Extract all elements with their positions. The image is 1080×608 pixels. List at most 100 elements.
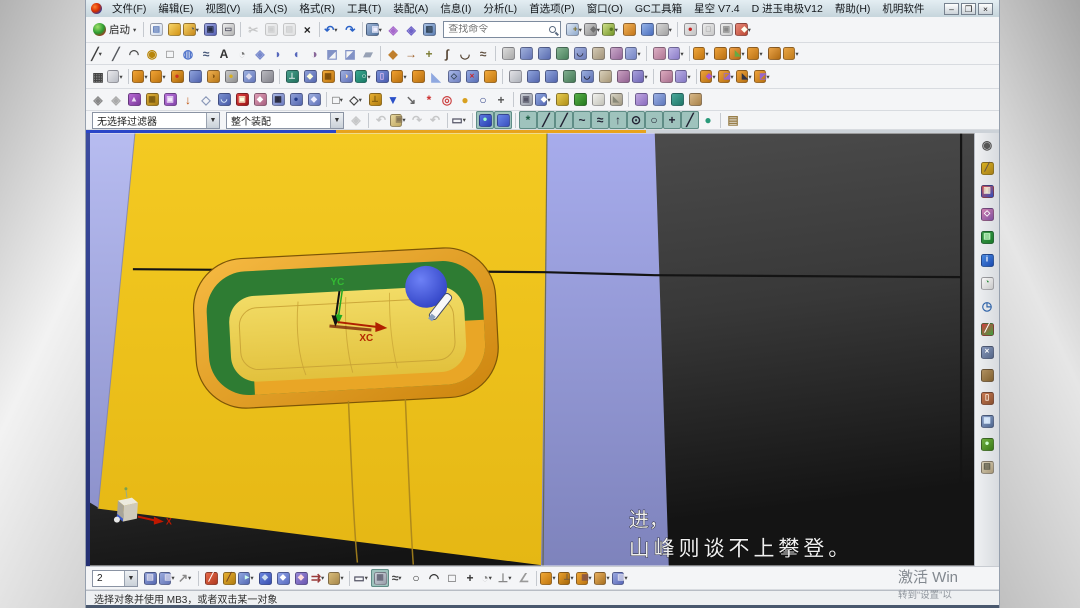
annotate-icon[interactable]: × bbox=[978, 343, 996, 361]
turbine-icon[interactable]: ◆ bbox=[305, 91, 323, 109]
delete-face-icon[interactable]: × bbox=[463, 68, 481, 86]
chevron-down-icon[interactable]: ▾ bbox=[119, 73, 125, 81]
diamond-blue-icon[interactable]: ◆ bbox=[256, 569, 274, 587]
close-button[interactable]: × bbox=[978, 2, 993, 15]
helix-icon[interactable]: ◔ bbox=[233, 45, 251, 63]
chamfer-icon[interactable] bbox=[409, 68, 427, 86]
diamond-blue2-icon[interactable]: ◆ bbox=[274, 569, 292, 587]
highlight-cube-icon[interactable] bbox=[494, 111, 512, 129]
plane-tool-icon[interactable]: ▭ ▾ bbox=[353, 569, 371, 587]
arrow-cube-icon[interactable]: ▸ ▾ bbox=[238, 569, 256, 587]
geometry-link-icon[interactable]: ◈ bbox=[107, 91, 125, 109]
intersect-icon[interactable]: + bbox=[420, 45, 438, 63]
mirror-feature-icon[interactable]: ◑ bbox=[337, 68, 355, 86]
chevron-down-icon[interactable]: ▾ bbox=[766, 73, 772, 81]
balloon-icon[interactable]: ● bbox=[978, 435, 996, 453]
ellipse-sketch-icon[interactable]: ◔ ▾ bbox=[479, 569, 497, 587]
edit-feature-icon[interactable] bbox=[481, 68, 499, 86]
split-body-icon[interactable]: ▾ bbox=[747, 45, 765, 63]
trim-body-icon[interactable]: ◣ ▾ bbox=[729, 45, 747, 63]
snapshot-icon[interactable]: ▣ ▾ bbox=[390, 111, 408, 129]
chevron-down-icon[interactable]: ▾ bbox=[188, 574, 194, 582]
boolean-icon[interactable]: ◆ bbox=[240, 68, 258, 86]
paste-icon[interactable]: ▤ bbox=[280, 21, 298, 39]
chevron-down-icon[interactable]: ▾ bbox=[365, 574, 371, 582]
restore-button[interactable]: ❐ bbox=[961, 2, 976, 15]
assembly-tree-icon[interactable]: ◇ bbox=[978, 205, 996, 223]
layer-combo[interactable]: 2 ▼ bbox=[92, 569, 138, 587]
menu-item[interactable]: 星空 V7.4 bbox=[688, 2, 746, 16]
menu-item[interactable]: 帮助(H) bbox=[829, 2, 877, 16]
search-input[interactable] bbox=[448, 24, 550, 35]
delete-icon[interactable]: × bbox=[298, 21, 316, 39]
clock-icon[interactable]: ◷ bbox=[978, 297, 996, 315]
bell-icon[interactable]: ◣ bbox=[607, 91, 625, 109]
diamond-tri-icon[interactable]: ◆ bbox=[292, 569, 310, 587]
chevron-down-icon[interactable]: ▾ bbox=[637, 50, 643, 58]
section-curve-icon[interactable]: ∫ bbox=[438, 45, 456, 63]
curve-mesh-icon[interactable] bbox=[553, 45, 571, 63]
menu-item[interactable]: GC工具箱 bbox=[629, 2, 688, 16]
bounded-plane-icon[interactable] bbox=[506, 68, 524, 86]
chevron-down-icon[interactable]: ▾ bbox=[624, 574, 630, 582]
polygon-tool-icon[interactable]: ◇ ▾ bbox=[348, 91, 366, 109]
datum-tool-icon[interactable]: ▲ bbox=[125, 91, 143, 109]
undo-icon[interactable]: ↶ ▾ bbox=[323, 21, 341, 39]
snap-star-icon[interactable]: * bbox=[519, 111, 537, 129]
barrel-icon[interactable] bbox=[553, 91, 571, 109]
block-icon[interactable]: ● bbox=[168, 68, 186, 86]
chevron-down-icon[interactable]: ▾ bbox=[340, 96, 346, 104]
redo-icon[interactable]: ↷ bbox=[341, 21, 359, 39]
undo-selection-icon[interactable]: ↶ bbox=[426, 111, 444, 129]
menu-item[interactable]: 分析(L) bbox=[477, 2, 523, 16]
chevron-down-icon[interactable]: ▾ bbox=[359, 96, 365, 104]
menu-item[interactable]: 装配(A) bbox=[387, 2, 434, 16]
command-finder-box[interactable] bbox=[443, 21, 562, 38]
person-window-icon[interactable]: ▯ bbox=[978, 389, 996, 407]
save-icon[interactable]: ▣ bbox=[201, 21, 219, 39]
chevron-down-icon[interactable]: ▾ bbox=[669, 26, 675, 34]
circles-icon[interactable]: ◉ bbox=[143, 45, 161, 63]
mesh-surface-icon[interactable] bbox=[560, 68, 578, 86]
route-icon[interactable]: ↗ ▾ bbox=[177, 569, 195, 587]
white-sheet-icon[interactable] bbox=[589, 91, 607, 109]
cut-icon[interactable]: ✂ bbox=[244, 21, 262, 39]
start-menu-button[interactable]: 启动 ▾ bbox=[89, 20, 140, 40]
rectangle-icon[interactable]: □ bbox=[161, 45, 179, 63]
menu-item[interactable]: 插入(S) bbox=[246, 2, 293, 16]
movie-filter-icon[interactable]: ▥ bbox=[978, 182, 996, 200]
angle-icon[interactable]: ∠ bbox=[515, 569, 533, 587]
swept-icon[interactable]: ◡ bbox=[571, 45, 589, 63]
measure-icon[interactable]: ⇉ ▾ bbox=[310, 569, 328, 587]
menu-item[interactable]: 首选项(P) bbox=[523, 2, 581, 16]
bridge-curve-icon[interactable]: ◡ bbox=[456, 45, 474, 63]
pattern-feature-icon[interactable]: ▦ bbox=[319, 68, 337, 86]
leader-icon[interactable]: ↘ bbox=[402, 91, 420, 109]
sheet-icon[interactable] bbox=[499, 45, 517, 63]
curve-c-icon[interactable]: ◖ bbox=[287, 45, 305, 63]
chevron-down-icon[interactable]: ▾ bbox=[489, 574, 495, 582]
layer-stack2-icon[interactable]: ▤ ▾ bbox=[159, 569, 177, 587]
hook-icon[interactable]: ↓ bbox=[179, 91, 197, 109]
minimize-button[interactable]: – bbox=[944, 2, 959, 15]
snap-center-icon[interactable]: ⊙ bbox=[627, 111, 645, 129]
display-window-icon[interactable]: ▣ ▾ bbox=[366, 21, 384, 39]
text-icon[interactable]: A bbox=[215, 45, 233, 63]
chevron-down-icon[interactable]: ▾ bbox=[334, 26, 340, 34]
brush-tool-icon[interactable]: ╱ bbox=[220, 569, 238, 587]
purple-box-icon[interactable]: ▣ bbox=[161, 91, 179, 109]
print-icon[interactable]: ▭ bbox=[219, 21, 237, 39]
blue-sheet-icon[interactable] bbox=[650, 91, 668, 109]
background-icon[interactable]: ▾ bbox=[656, 21, 674, 39]
anchor-icon[interactable]: ◡ bbox=[215, 91, 233, 109]
redo-selection-icon[interactable]: ↷ bbox=[408, 111, 426, 129]
hole-icon[interactable] bbox=[258, 68, 276, 86]
sew-body-icon[interactable]: ▾ bbox=[632, 68, 650, 86]
offset-face-icon[interactable]: ◪ ▾ bbox=[718, 68, 736, 86]
snap-spline-icon[interactable]: ≈ bbox=[591, 111, 609, 129]
marquee-icon[interactable]: ▭ ▾ bbox=[451, 111, 469, 129]
cone-tool-icon[interactable]: ◆ bbox=[251, 91, 269, 109]
info-icon[interactable]: i bbox=[978, 251, 996, 269]
n-sided-icon[interactable] bbox=[589, 45, 607, 63]
snap-settings-icon[interactable]: ◆ ▾ bbox=[735, 21, 753, 39]
